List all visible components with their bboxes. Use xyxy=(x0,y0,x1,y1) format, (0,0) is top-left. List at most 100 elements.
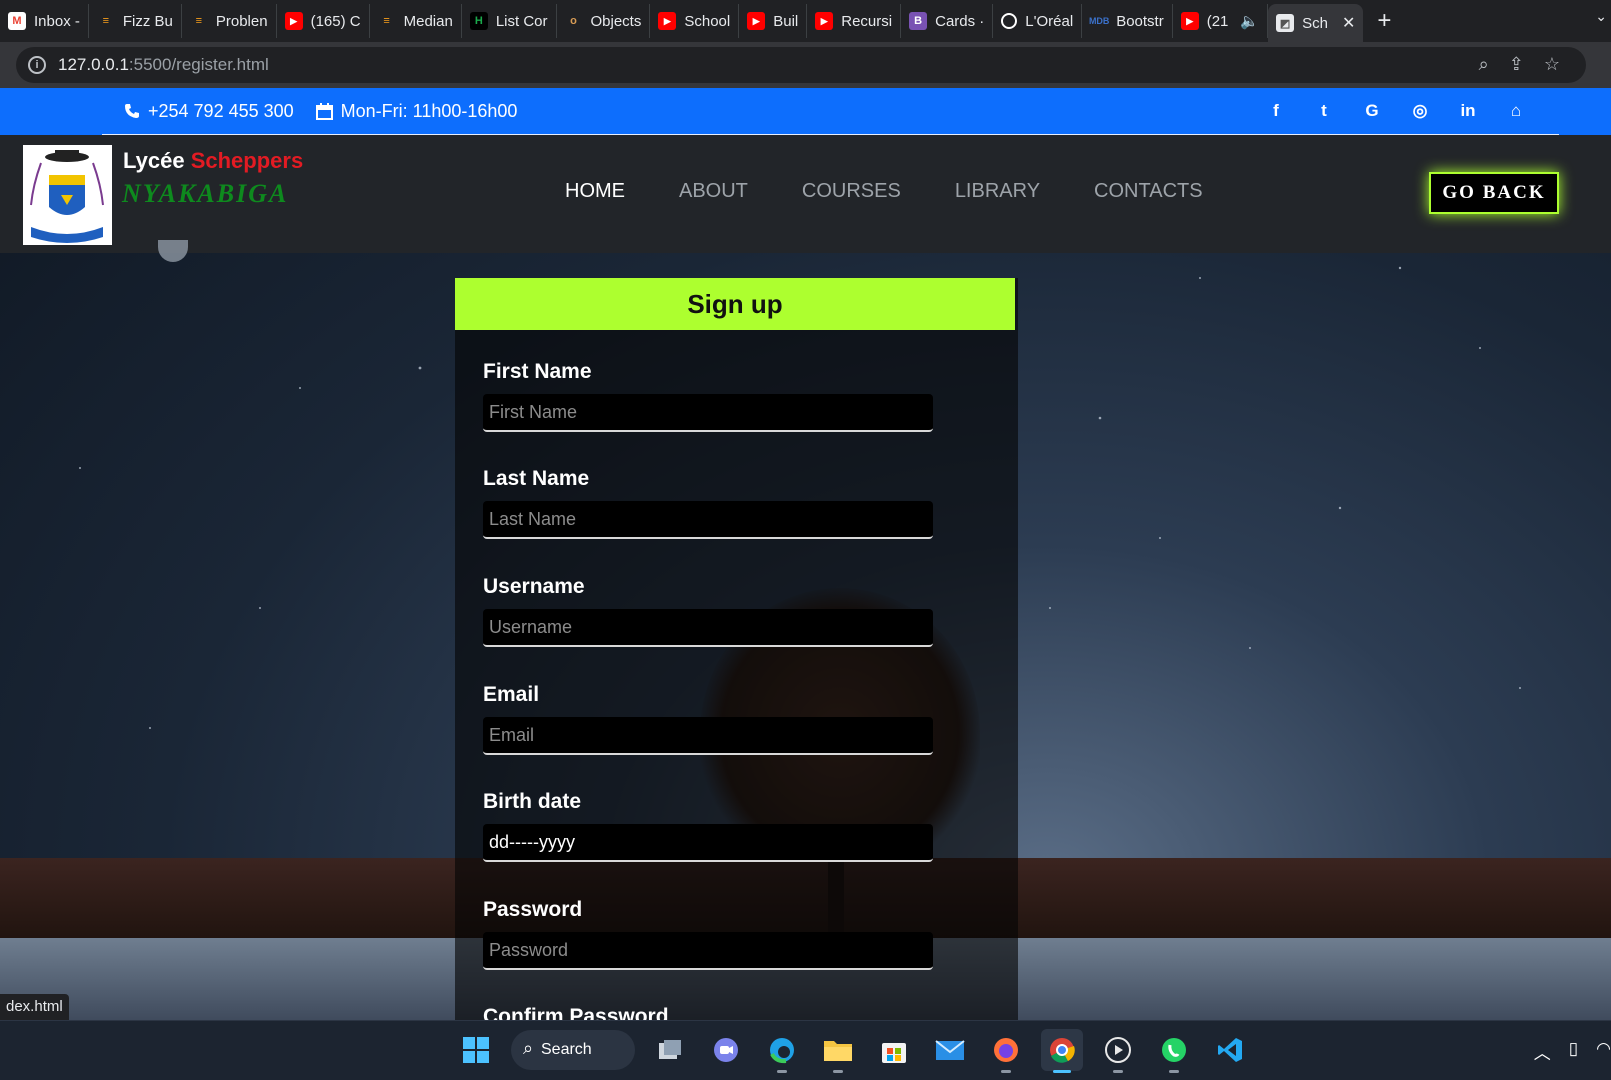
url-path: :5500/register.html xyxy=(128,55,269,74)
username-input[interactable] xyxy=(483,609,933,647)
speaker-icon[interactable]: 🔈 xyxy=(1240,12,1259,30)
vscode-icon[interactable] xyxy=(1209,1029,1251,1071)
chevron-up-icon[interactable]: ︿ xyxy=(1534,1039,1551,1064)
twitter-icon[interactable]: t xyxy=(1311,101,1337,121)
chat-icon[interactable] xyxy=(705,1029,747,1071)
nav-item-about[interactable]: ABOUT xyxy=(679,180,748,203)
youtube-icon: ▶ xyxy=(284,12,303,30)
tab-label: (21 xyxy=(1206,12,1229,30)
chevron-down-icon[interactable]: ⌄ xyxy=(1595,8,1607,25)
chrome-icon[interactable] xyxy=(1041,1029,1083,1073)
whatsapp-icon[interactable] xyxy=(1153,1029,1195,1073)
instagram-icon[interactable]: ◎ xyxy=(1407,101,1433,121)
browser-tab[interactable]: ▶ Buil xyxy=(739,4,808,38)
system-tray: ︿ ▯ ◠ xyxy=(1534,1039,1611,1064)
nav-item-contacts[interactable]: CONTACTS xyxy=(1094,180,1203,203)
tab-label: Objects xyxy=(590,12,642,30)
media-player-icon[interactable] xyxy=(1097,1029,1139,1073)
browser-tab[interactable]: ≡ Fizz Bu xyxy=(89,4,182,38)
first-name-input[interactable] xyxy=(483,394,933,432)
browser-tab[interactable]: o Objects xyxy=(557,4,651,38)
brand-subtitle: NYAKABIGA xyxy=(122,179,289,208)
task-view-icon[interactable] xyxy=(649,1029,691,1071)
youtube-icon: ▶ xyxy=(1180,12,1199,30)
browser-tab[interactable]: L'Oréal xyxy=(993,4,1083,38)
confirm-password-group: Confirm Password xyxy=(483,1005,933,1020)
brand-name[interactable]: Lycée Scheppers xyxy=(123,148,303,174)
search-label: Search xyxy=(541,1041,592,1058)
form-title: Sign up xyxy=(455,278,1015,330)
nav-item-courses[interactable]: COURSES xyxy=(802,180,901,203)
email-group: Email xyxy=(483,683,933,755)
site-info-icon[interactable]: i xyxy=(28,56,46,74)
browser-tab[interactable]: ▶ School xyxy=(650,4,740,38)
calendar-icon xyxy=(315,102,333,120)
birth-date-group: Birth date xyxy=(483,790,933,862)
share-icon[interactable]: ⇪ xyxy=(1509,54,1524,75)
owl-icon: o xyxy=(570,15,577,27)
last-name-label: Last Name xyxy=(483,467,590,490)
browser-tab[interactable]: MDB Bootstr xyxy=(1082,4,1173,38)
phone-icon xyxy=(125,104,139,118)
tab-label: Bootstr xyxy=(1116,12,1164,30)
wifi-icon[interactable]: ◠ xyxy=(1596,1039,1611,1064)
tab-label: Problen xyxy=(215,12,268,30)
address-bar: i 127.0.0.1:5500/register.html ⌕ ⇪ ☆ xyxy=(0,42,1611,88)
birth-date-label: Birth date xyxy=(483,790,582,813)
password-input[interactable] xyxy=(483,932,933,970)
tab-label: (165) C xyxy=(310,12,361,30)
birth-date-input[interactable] xyxy=(483,824,933,862)
nav-menu: HOME ABOUT COURSES LIBRARY CONTACTS xyxy=(565,180,1203,203)
facebook-icon[interactable]: f xyxy=(1263,101,1289,121)
youtube-icon: ▶ xyxy=(747,12,766,30)
hackerrank-icon: H xyxy=(469,12,488,30)
zoom-icon[interactable]: ⌕ xyxy=(1479,54,1489,75)
nav-item-library[interactable]: LIBRARY xyxy=(955,180,1040,203)
last-name-group: Last Name xyxy=(483,467,933,539)
windows-start-icon[interactable] xyxy=(455,1029,497,1071)
new-tab-icon[interactable]: + xyxy=(1377,7,1391,35)
browser-tab[interactable]: M Inbox - xyxy=(0,4,89,38)
battery-icon[interactable]: ▯ xyxy=(1569,1039,1578,1064)
youtube-icon: ▶ xyxy=(658,12,677,30)
file-explorer-icon[interactable] xyxy=(817,1029,859,1073)
taskbar-search[interactable]: ⌕ Search xyxy=(511,1030,635,1070)
url-field[interactable]: i 127.0.0.1:5500/register.html ⌕ ⇪ ☆ xyxy=(16,47,1586,83)
search-icon: ⌕ xyxy=(523,1038,534,1058)
confirm-password-label: Confirm Password xyxy=(483,1005,669,1020)
hackerrank-icon: ≡ xyxy=(102,15,110,27)
mail-icon[interactable] xyxy=(929,1029,971,1071)
page-viewport: +254 792 455 300 Mon-Fri: 11h00-16h00 f … xyxy=(0,88,1611,1020)
google-icon[interactable]: G xyxy=(1359,101,1385,121)
ms-store-icon[interactable] xyxy=(873,1029,915,1071)
browser-tab[interactable]: ≡ Problen xyxy=(182,4,277,38)
browser-tab[interactable]: H List Cor xyxy=(462,4,557,38)
edge-browser-icon[interactable] xyxy=(761,1029,803,1073)
url-text[interactable]: 127.0.0.1:5500/register.html xyxy=(58,55,269,75)
browser-tab[interactable]: B Cards · xyxy=(901,4,994,38)
browser-tabstrip: M Inbox - ≡ Fizz Bu ≡ Problen ▶ (165) C ≡ Med… xyxy=(0,0,1611,42)
go-back-button[interactable]: GO BACK xyxy=(1429,172,1559,214)
opening-hours: Mon-Fri: 11h00-16h00 xyxy=(340,100,518,121)
github-icon[interactable]: ⌂ xyxy=(1503,101,1529,121)
tab-label: Sch xyxy=(1302,14,1328,32)
nav-item-home[interactable]: HOME xyxy=(565,180,625,203)
school-crest-logo[interactable] xyxy=(23,145,112,245)
close-tab-icon[interactable]: ✕ xyxy=(1342,13,1355,33)
browser-tab[interactable]: ≡ Median xyxy=(370,4,462,38)
mdb-icon: MDB xyxy=(1088,16,1110,26)
site-favicon-icon: ◩ xyxy=(1276,14,1295,32)
gmail-icon: M xyxy=(8,12,26,30)
email-input[interactable] xyxy=(483,717,933,755)
active-browser-tab[interactable]: ◩ Sch ✕ xyxy=(1268,4,1364,42)
browser-tab[interactable]: ▶ (21 🔈 xyxy=(1173,4,1269,38)
browser-tab[interactable]: ▶ Recursi xyxy=(807,4,902,38)
browser-tab[interactable]: ▶ (165) C xyxy=(277,4,370,38)
last-name-input[interactable] xyxy=(483,501,933,539)
firefox-icon[interactable] xyxy=(985,1029,1027,1073)
linkedin-icon[interactable]: in xyxy=(1455,101,1481,121)
bootstrap-icon: B xyxy=(909,12,928,30)
hours-contact: Mon-Fri: 11h00-16h00 xyxy=(315,100,518,122)
tab-label: Recursi xyxy=(841,12,893,30)
bookmark-star-icon[interactable]: ☆ xyxy=(1544,54,1560,75)
